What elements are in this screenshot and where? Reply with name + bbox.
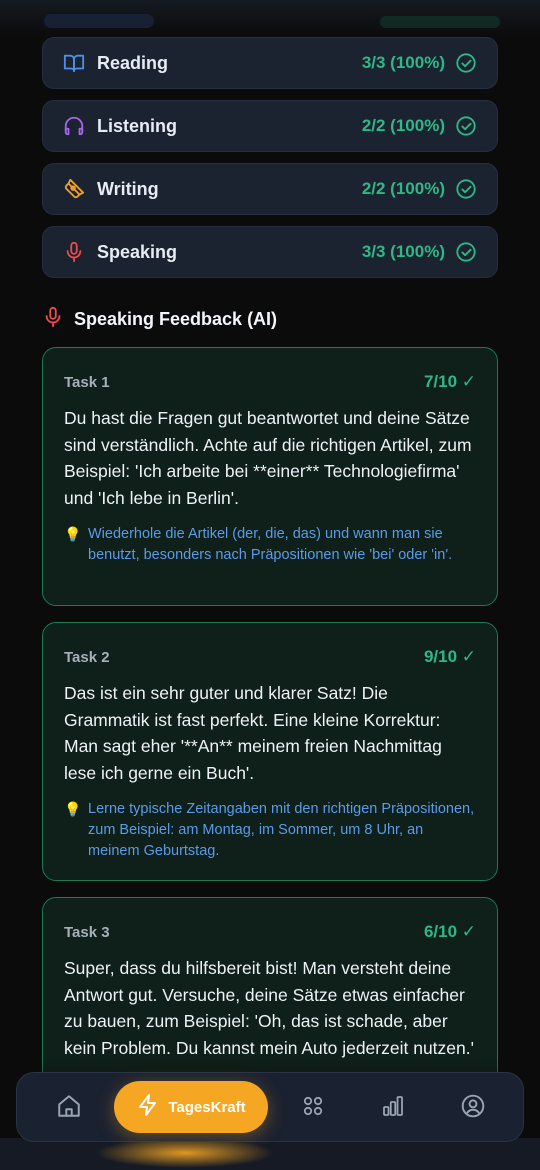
- feedback-card-task-2: Task 2 9/10 ✓ Das ist ein sehr guter und…: [42, 622, 498, 881]
- task-name: Task 3: [64, 923, 110, 941]
- top-fade: [0, 0, 540, 36]
- check-circle-icon: [455, 178, 477, 200]
- skill-score: 3/3 (100%): [361, 242, 445, 261]
- nav-home[interactable]: [47, 1073, 91, 1143]
- skill-label: Writing: [97, 178, 159, 199]
- speaking-feedback-header: Speaking Feedback (AI): [42, 305, 277, 334]
- blurred-header-right: [380, 16, 500, 28]
- blurred-header-left: [44, 14, 154, 28]
- results-screen: Reading 3/3 (100%) Listening 2/2 (100%) …: [0, 0, 540, 1170]
- tip-text: Wiederhole die Artikel (der, die, das) u…: [88, 526, 453, 563]
- home-icon: [56, 1093, 82, 1124]
- feedback-text: Super, dass du hilfsbereit bist! Man ver…: [64, 958, 474, 1058]
- user-icon: [460, 1093, 486, 1124]
- skill-row-reading[interactable]: Reading 3/3 (100%): [42, 37, 498, 89]
- nav-primary-label: TagesKraft: [168, 1098, 246, 1116]
- lightbulb-icon: 💡: [64, 526, 82, 542]
- nav-profile[interactable]: [451, 1073, 495, 1143]
- task-score: 6/10 ✓: [423, 922, 476, 941]
- skill-row-speaking[interactable]: Speaking 3/3 (100%): [42, 226, 498, 278]
- skill-score: 3/3 (100%): [361, 53, 445, 72]
- check-circle-icon: [455, 115, 477, 137]
- feedback-tip: 💡 Lerne typische Zeitangaben mit den ric…: [64, 799, 476, 862]
- tip-text: Lerne typische Zeitangaben mit den richt…: [88, 801, 475, 859]
- primary-glow: [95, 1138, 275, 1168]
- headphones-icon: [63, 115, 85, 137]
- task-name: Task 2: [64, 648, 110, 666]
- feedback-tip: 💡 Wiederhole die Artikel (der, die, das)…: [64, 524, 476, 566]
- bottom-nav: TagesKraft: [16, 1072, 524, 1142]
- feedback-card-task-1: Task 1 7/10 ✓ Du hast die Fragen gut bea…: [42, 347, 498, 606]
- skill-row-writing[interactable]: Writing 2/2 (100%): [42, 163, 498, 215]
- nav-tageskraft-button[interactable]: TagesKraft: [114, 1081, 268, 1133]
- task-name: Task 1: [64, 373, 110, 391]
- skill-label: Speaking: [97, 241, 178, 262]
- skill-score: 2/2 (100%): [361, 116, 445, 135]
- check-circle-icon: [455, 52, 477, 74]
- feedback-text: Das ist ein sehr guter und klarer Satz! …: [64, 683, 442, 783]
- nav-stats[interactable]: [371, 1073, 415, 1143]
- nav-modules[interactable]: [291, 1073, 335, 1143]
- book-open-icon: [63, 52, 85, 74]
- lightning-icon: [136, 1093, 160, 1122]
- skill-row-listening[interactable]: Listening 2/2 (100%): [42, 100, 498, 152]
- section-title: Speaking Feedback (AI): [74, 309, 278, 329]
- task-score: 9/10 ✓: [423, 647, 476, 666]
- skill-score: 2/2 (100%): [361, 179, 445, 198]
- microphone-icon: [63, 241, 85, 263]
- skill-label: Listening: [97, 115, 177, 136]
- feedback-text: Du hast die Fragen gut beantwortet und d…: [64, 408, 472, 508]
- pen-tool-icon: [63, 178, 85, 200]
- task-score: 7/10 ✓: [423, 372, 476, 391]
- grid-icon: [301, 1094, 325, 1123]
- microphone-icon: [42, 305, 64, 334]
- lightbulb-icon: 💡: [64, 801, 82, 817]
- check-circle-icon: [455, 241, 477, 263]
- bar-chart-icon: [381, 1094, 405, 1123]
- skill-label: Reading: [97, 52, 169, 73]
